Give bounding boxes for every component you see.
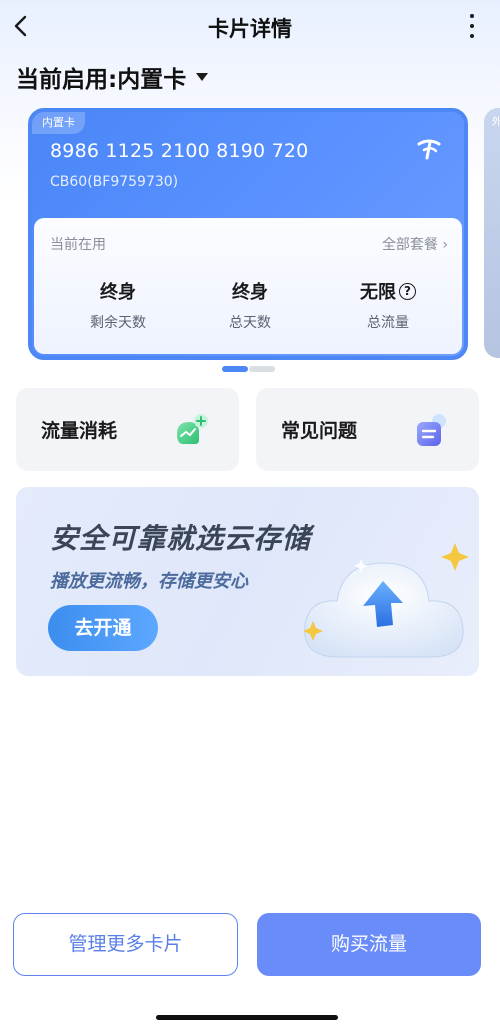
next-card-tag: 外 (492, 117, 500, 128)
more-vertical-icon[interactable] (468, 14, 476, 40)
card-number: 8986 1125 2100 8190 720 (50, 140, 309, 162)
sim-card[interactable]: 内置卡 8986 1125 2100 8190 720 CB60(BF97597… (28, 108, 468, 360)
telecom-logo-icon (417, 139, 441, 160)
faq-icon (417, 414, 446, 446)
help-icon[interactable]: ? (399, 282, 416, 300)
chevron-left-icon[interactable] (8, 12, 36, 40)
open-service-button[interactable]: 去开通 (48, 605, 158, 651)
tile-label: 流量消耗 (41, 420, 118, 442)
stat-value: 终身 (232, 282, 268, 303)
banner-headline: 安全可靠就选云存储 (50, 522, 312, 555)
stat-value: 终身 (100, 282, 136, 303)
tile-label: 常见问题 (281, 420, 358, 442)
card-usage-panel: 当前在用 全部套餐 › 终身 剩余天数 终身 总天数 无限? 总流量 (34, 218, 462, 354)
stat-label: 剩余天数 (90, 315, 146, 331)
cloud-upload-icon (303, 543, 469, 658)
all-plans-label: 全部套餐 (381, 237, 438, 253)
pager-dot (249, 366, 275, 372)
stat-value: 无限 (360, 282, 396, 303)
stat-label: 总天数 (229, 315, 271, 331)
next-card-peek[interactable]: 外 (484, 108, 500, 358)
card-selector[interactable]: 当前启用:内置卡 (16, 60, 209, 94)
data-usage-icon (177, 414, 208, 444)
pager-dot-active (222, 366, 248, 372)
faq-tile[interactable]: 常见问题 (256, 388, 479, 471)
buy-data-button[interactable]: 购买流量 (257, 913, 481, 976)
all-plans-link[interactable]: 全部套餐 › (382, 234, 448, 254)
banner-subline: 播放更流畅，存储更安心 (50, 571, 248, 592)
stat-label: 总流量 (367, 315, 409, 331)
header-bar: 卡片详情 (0, 0, 500, 54)
stat-total-days: 终身 总天数 (190, 278, 310, 332)
selector-label: 当前启用:内置卡 (16, 67, 187, 93)
stat-total-data: 无限? 总流量 (328, 278, 448, 332)
home-indicator[interactable] (156, 1015, 338, 1020)
card-pager (222, 366, 275, 372)
data-usage-tile[interactable]: 流量消耗 (16, 388, 239, 471)
manage-cards-button[interactable]: 管理更多卡片 (13, 913, 238, 976)
card-code: CB60(BF9759730) (50, 174, 179, 190)
cloud-storage-banner[interactable]: 安全可靠就选云存储 播放更流畅，存储更安心 去开通 (16, 487, 479, 676)
page-title: 卡片详情 (208, 17, 292, 41)
in-use-label: 当前在用 (50, 237, 106, 253)
stat-remaining-days: 终身 剩余天数 (58, 278, 178, 332)
card-type-tag: 内置卡 (32, 112, 85, 134)
chevron-right-icon: › (442, 237, 448, 253)
caret-down-icon (196, 73, 209, 81)
